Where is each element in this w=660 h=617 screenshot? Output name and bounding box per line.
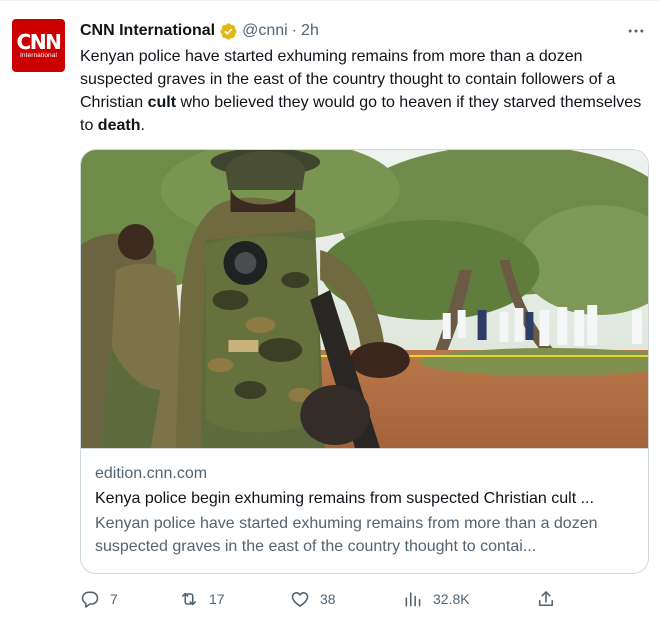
tweet-text-bold: cult (147, 94, 177, 111)
tweet-content: CNN International @cnni · 2h Kenyan poli… (80, 19, 648, 137)
reply-button[interactable]: 7 (80, 587, 118, 611)
views-count: 32.8K (433, 591, 470, 607)
views-button[interactable]: 32.8K (403, 587, 470, 611)
share-icon (538, 591, 554, 607)
avatar[interactable]: CNN International (12, 19, 65, 72)
card-domain: edition.cnn.com (95, 465, 208, 482)
tweet-header: CNN International @cnni · 2h (80, 19, 648, 43)
author-handle[interactable]: @cnni (242, 22, 288, 40)
link-card[interactable]: edition.cnn.com Kenya police begin exhum… (80, 149, 649, 574)
card-image[interactable] (81, 150, 648, 449)
like-button[interactable]: 38 (290, 587, 336, 611)
author-name[interactable]: CNN International (80, 22, 215, 40)
retweet-count: 17 (209, 591, 225, 607)
card-meta: edition.cnn.com Kenya police begin exhum… (81, 449, 648, 558)
share-button[interactable] (536, 587, 566, 611)
avatar-logo-text: CNN (16, 29, 62, 54)
tweet-text-part: . (140, 117, 145, 134)
like-icon (291, 592, 309, 607)
tweet-text-bold: death (97, 117, 141, 134)
verified-badge-icon (219, 22, 238, 41)
separator-dot: · (291, 22, 298, 39)
card-description: Kenyan police have started exhuming rema… (95, 515, 598, 555)
card-title: Kenya police begin exhuming remains from… (95, 490, 594, 507)
avatar-logo-subtext: International (19, 51, 58, 59)
tweet[interactable]: CNN International CNN International @cnn… (0, 0, 660, 617)
more-icon[interactable] (624, 21, 648, 41)
reply-count: 7 (110, 591, 118, 607)
like-count: 38 (320, 591, 336, 607)
tweet-actions: 7 17 38 32.8K (80, 587, 560, 611)
retweet-button[interactable]: 17 (179, 587, 225, 611)
retweet-icon (181, 592, 197, 606)
tweet-text: Kenyan police have started exhuming rema… (80, 45, 645, 137)
tweet-time[interactable]: 2h (301, 22, 319, 40)
reply-icon (81, 591, 99, 608)
views-icon (405, 592, 421, 607)
